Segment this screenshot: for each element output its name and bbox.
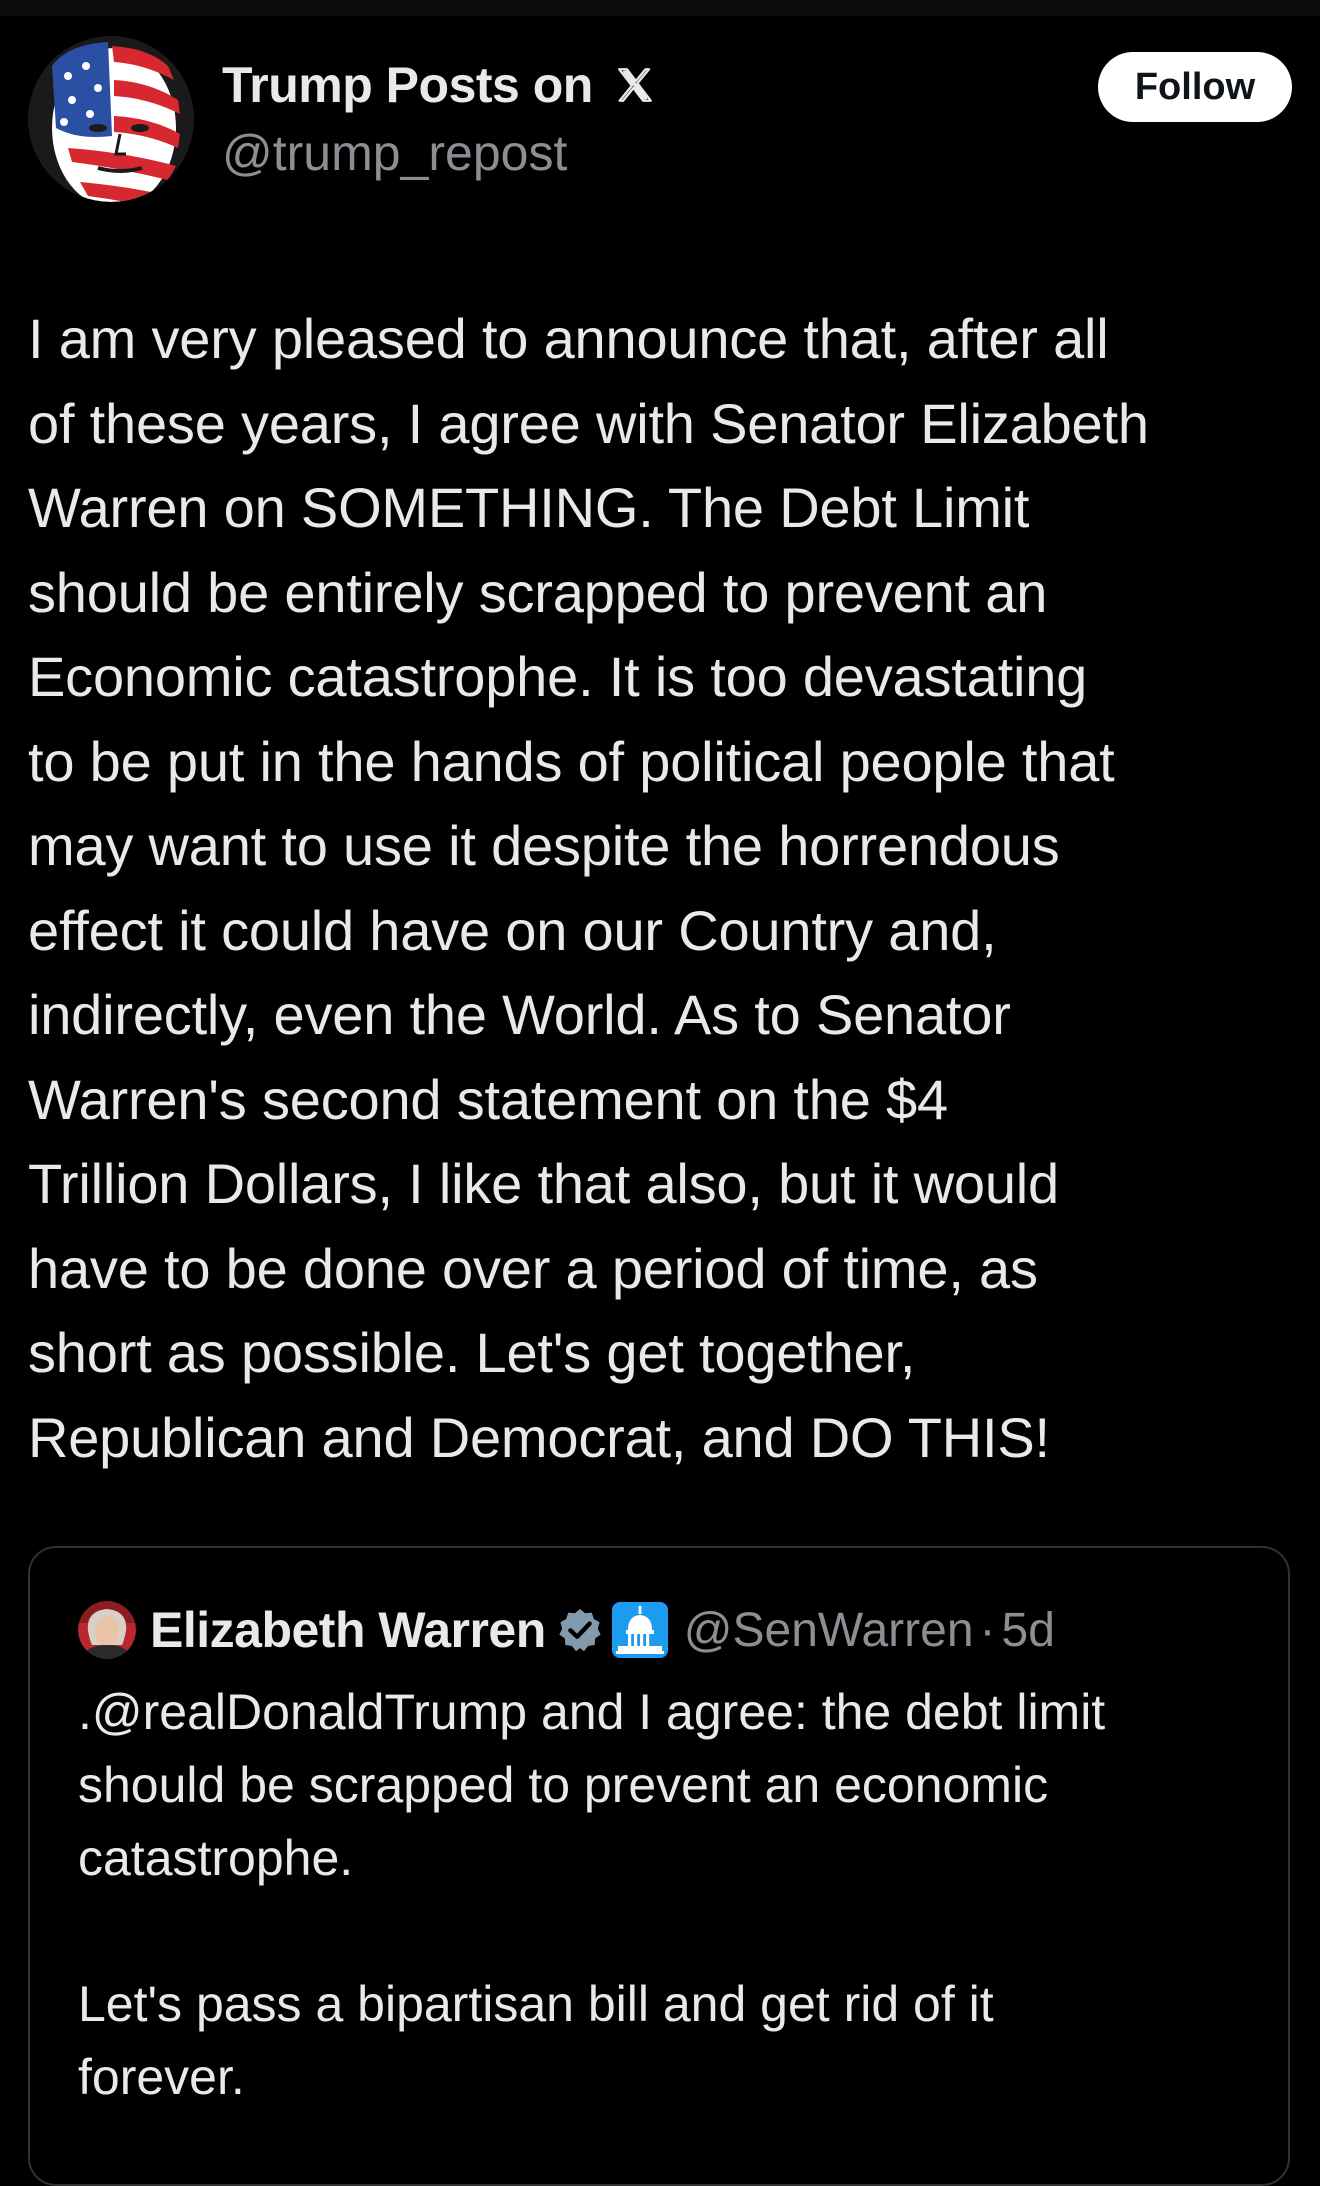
flag-face-avatar-icon xyxy=(28,36,194,202)
follow-button[interactable]: Follow xyxy=(1098,52,1292,122)
quoted-author-avatar[interactable] xyxy=(78,1601,136,1659)
author-handle[interactable]: @trump_repost xyxy=(222,124,567,182)
quoted-post-header: Elizabeth Warren @SenWarren · 5d xyxy=(78,1598,1055,1662)
quoted-author-handle[interactable]: @SenWarren xyxy=(684,1603,974,1658)
x-logo-icon xyxy=(618,67,653,102)
portrait-avatar-icon xyxy=(78,1601,136,1659)
author-display-name[interactable]: Trump Posts on xyxy=(222,56,656,114)
verified-badge-icon xyxy=(559,1609,601,1652)
post-header: Trump Posts on @trump_repost Follow xyxy=(28,36,1292,206)
quoted-post-card[interactable]: Elizabeth Warren @SenWarren · 5d .@realD… xyxy=(28,1546,1290,2186)
status-bar-strip xyxy=(0,0,1320,16)
author-avatar[interactable] xyxy=(28,36,194,202)
capitol-building-icon xyxy=(611,1602,668,1658)
author-name-text: Trump Posts on xyxy=(222,57,593,113)
quoted-author-name[interactable]: Elizabeth Warren xyxy=(150,1601,546,1659)
quoted-post-timestamp[interactable]: 5d xyxy=(1002,1603,1055,1658)
post-text: I am very pleased to announce that, afte… xyxy=(28,307,1149,1469)
quoted-post-text: .@realDonaldTrump and I agree: the debt … xyxy=(78,1684,1106,2105)
separator-dot: · xyxy=(979,1603,996,1657)
